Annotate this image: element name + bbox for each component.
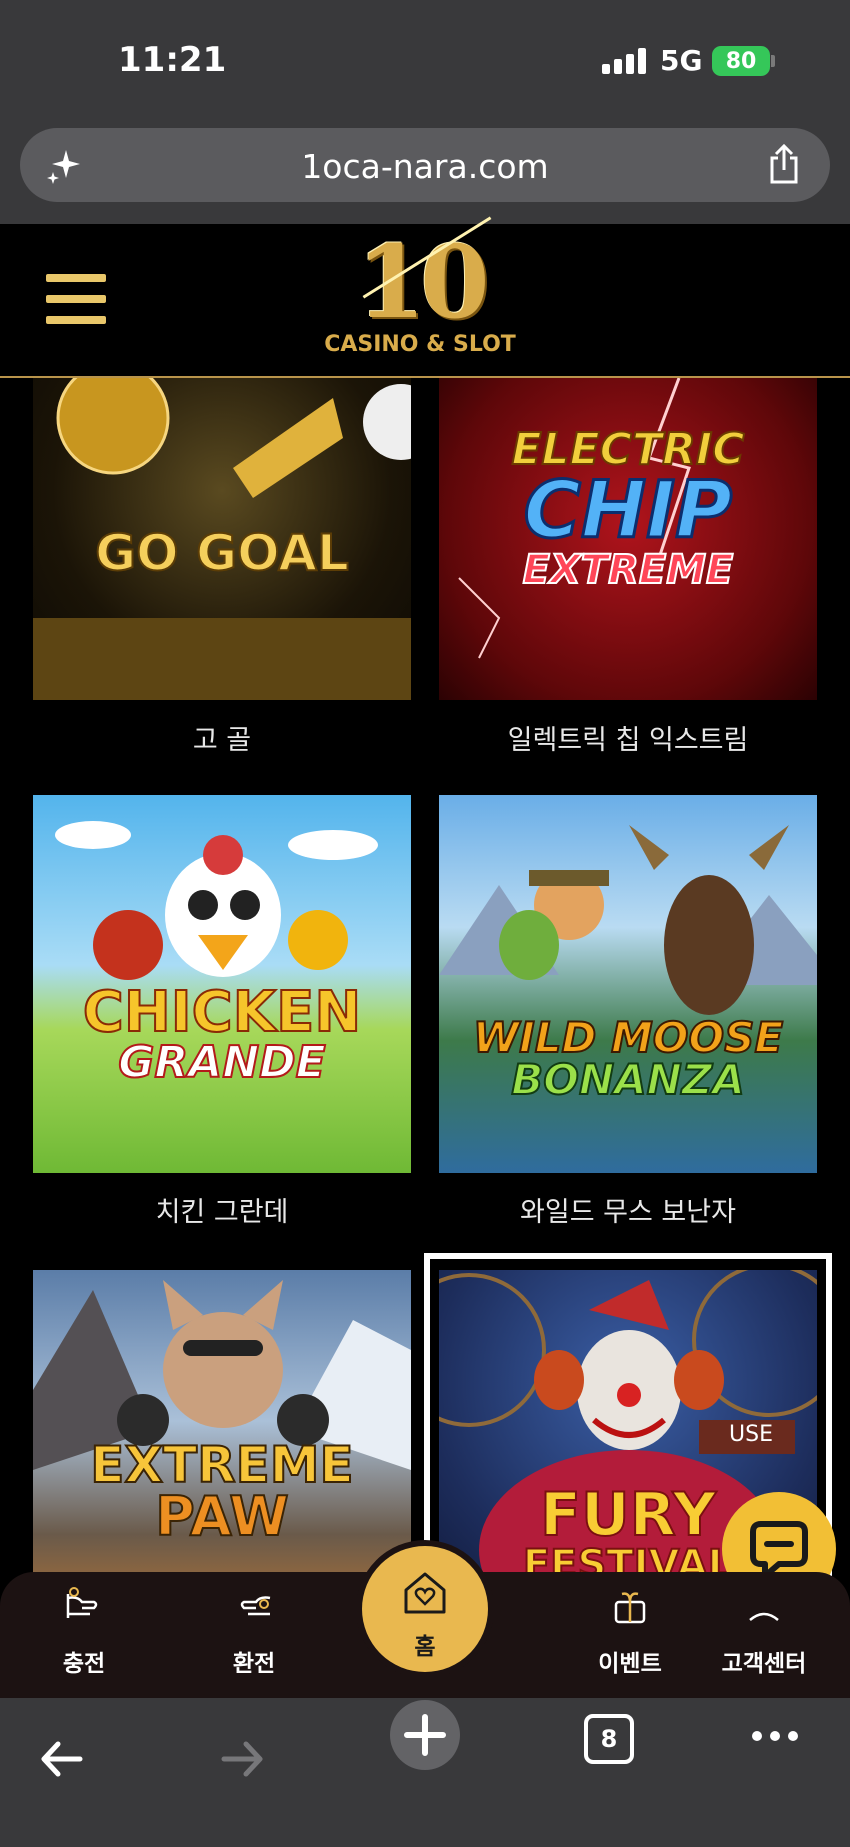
moose-icon bbox=[439, 825, 817, 1015]
game-thumbnail[interactable]: ELECTRIC CHIP EXTREME bbox=[439, 378, 817, 700]
game-label[interactable]: 와일드 무스 보난자 bbox=[439, 1190, 817, 1229]
charge-hand-icon bbox=[66, 1587, 98, 1618]
tab-support[interactable]: 고객센터 bbox=[699, 1572, 829, 1698]
new-tab-button[interactable] bbox=[390, 1700, 460, 1770]
game-thumbnail[interactable]: GO GOAL bbox=[33, 378, 411, 700]
network-type: 5G bbox=[660, 44, 703, 77]
game-tile-wild-moose-bonanza[interactable]: WILD MOOSE BONANZA 와일드 무스 보난자 bbox=[439, 795, 817, 1228]
tab-switcher-button[interactable]: 8 bbox=[584, 1714, 634, 1764]
game-art-title: CHICKEN GRANDE bbox=[82, 980, 362, 1088]
game-label[interactable]: 일렉트릭 칩 익스트림 bbox=[439, 718, 817, 757]
chat-bubble-icon bbox=[750, 1521, 808, 1579]
game-tile-electric-chip-extreme[interactable]: ELECTRIC CHIP EXTREME 일렉트릭 칩 익스트림 bbox=[439, 378, 817, 756]
battery-icon: 80 bbox=[712, 46, 770, 76]
game-art-title: ELECTRIC CHIP EXTREME bbox=[511, 424, 746, 593]
plus-icon bbox=[404, 1714, 446, 1756]
game-thumbnail[interactable]: CHICKEN GRANDE bbox=[33, 795, 411, 1173]
logo-number: 10 bbox=[356, 223, 489, 341]
site-logo[interactable]: 10 CASINO & SLOT bbox=[320, 216, 520, 372]
url-text[interactable]: 1oca-nara.com bbox=[20, 147, 830, 186]
share-icon[interactable] bbox=[764, 142, 804, 186]
tab-event[interactable]: 이벤트 bbox=[565, 1572, 695, 1698]
game-thumbnail[interactable]: WILD MOOSE BONANZA bbox=[439, 795, 817, 1173]
address-bar[interactable]: 1oca-nara.com bbox=[20, 128, 830, 202]
signal-icon bbox=[602, 48, 646, 74]
game-art-title: WILD MOOSE BONANZA bbox=[472, 1013, 784, 1104]
battery-level: 80 bbox=[725, 48, 757, 74]
game-art-title: EXTREME PAW bbox=[89, 1436, 354, 1548]
game-art-title: GO GOAL bbox=[94, 524, 350, 582]
game-label[interactable]: 고 골 bbox=[33, 718, 411, 757]
gift-icon bbox=[614, 1592, 646, 1624]
battery-tip bbox=[771, 55, 775, 67]
sign-text: USE bbox=[729, 1422, 773, 1447]
exchange-hand-icon bbox=[240, 1596, 271, 1616]
game-grid: GO GOAL 고 골 ELECTRIC CHIP EXTREME 일렉트릭 칩… bbox=[0, 378, 850, 1698]
home-heart-icon bbox=[404, 1572, 446, 1614]
site-header: 10 CASINO & SLOT bbox=[0, 216, 850, 378]
forward-arrow-icon[interactable] bbox=[218, 1734, 268, 1784]
tab-charge[interactable]: 충전 bbox=[19, 1572, 149, 1698]
game-tile-chicken-grande[interactable]: CHICKEN GRANDE 치킨 그란데 bbox=[33, 795, 411, 1228]
menu-icon[interactable] bbox=[46, 274, 106, 326]
support-icon bbox=[749, 1612, 779, 1621]
game-tile-go-goal[interactable]: GO GOAL 고 골 bbox=[33, 378, 411, 756]
browser-bottom-toolbar: 8 bbox=[0, 1698, 850, 1847]
game-label[interactable]: 치킨 그란데 bbox=[33, 1190, 411, 1229]
back-arrow-icon[interactable] bbox=[36, 1734, 86, 1784]
browser-top-bar: 11:21 5G 80 1oca-nara.com bbox=[0, 0, 850, 224]
more-options-icon[interactable] bbox=[750, 1726, 800, 1746]
tab-home[interactable]: 홈 bbox=[362, 1546, 488, 1672]
tab-exchange[interactable]: 환전 bbox=[189, 1572, 319, 1698]
logo-text: CASINO & SLOT bbox=[324, 332, 516, 357]
status-time: 11:21 bbox=[118, 40, 227, 80]
